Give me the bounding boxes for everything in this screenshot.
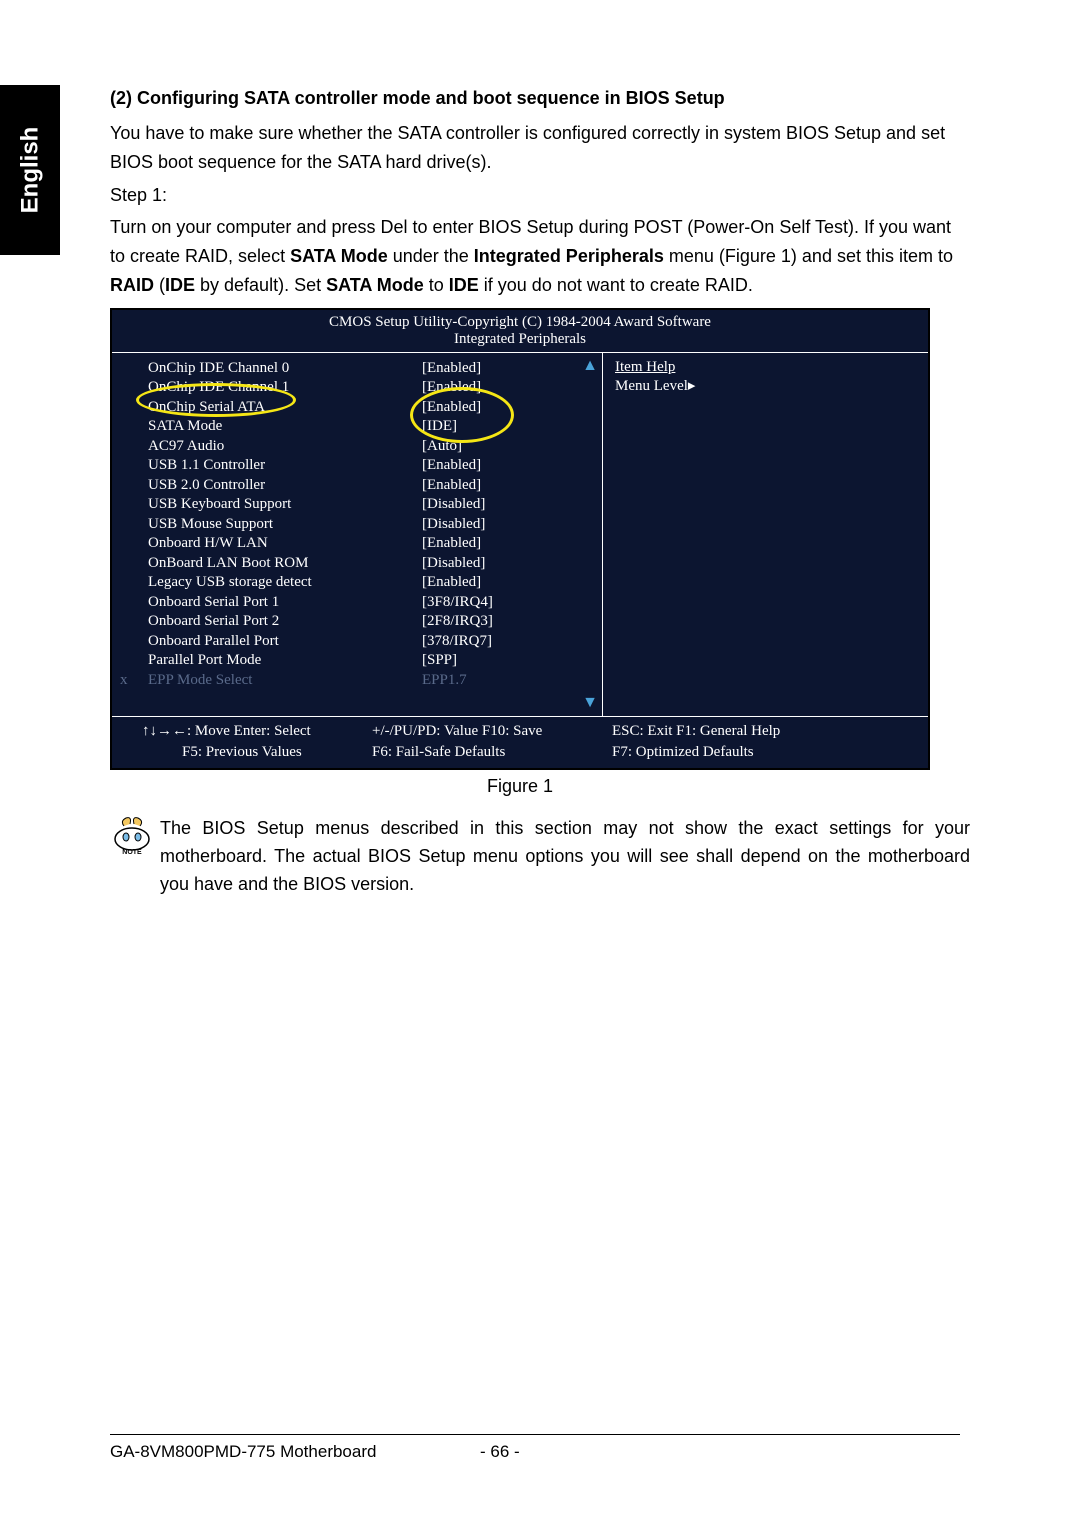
- scroll-up-icon: ▲: [582, 357, 598, 375]
- footer-exit: ESC: Exit F1: General Help: [612, 721, 882, 741]
- step-label: Step 1:: [110, 181, 960, 210]
- bios-setting-row: AC97 Audio[Auto]: [122, 437, 602, 457]
- bios-setting-value: [3F8/IRQ4]: [422, 593, 602, 613]
- language-tab: English: [0, 85, 60, 255]
- bios-setting-label: OnChip IDE Channel 0: [122, 359, 422, 379]
- bios-setting-value: [Enabled]: [422, 359, 602, 379]
- language-tab-text: English: [16, 127, 44, 214]
- bios-setting-value: [Enabled]: [422, 456, 602, 476]
- paragraph-1: You have to make sure whether the SATA c…: [110, 119, 960, 177]
- bios-setting-label: USB 2.0 Controller: [122, 476, 422, 496]
- page-content: (2) Configuring SATA controller mode and…: [110, 88, 960, 898]
- bios-setting-value: [IDE]: [422, 417, 602, 437]
- bios-setting-row: OnBoard LAN Boot ROM[Disabled]: [122, 554, 602, 574]
- paragraph-2: Turn on your computer and press Del to e…: [110, 213, 960, 299]
- bios-setting-value: EPP1.7: [422, 671, 602, 691]
- note-text: The BIOS Setup menus described in this s…: [160, 815, 970, 899]
- bios-help-column: Item Help Menu Level▸: [602, 353, 922, 717]
- bios-setting-value: [Enabled]: [422, 476, 602, 496]
- bold-text: SATA Mode: [290, 246, 388, 266]
- bios-body: ▲ ▼ OnChip IDE Channel 0[Enabled]OnChip …: [112, 352, 928, 718]
- footer-value: +/-/PU/PD: Value F10: Save: [372, 721, 612, 741]
- bios-setting-row: Legacy USB storage detect[Enabled]: [122, 573, 602, 593]
- note-block: NOTE The BIOS Setup menus described in t…: [110, 815, 970, 899]
- bios-setting-label: Parallel Port Mode: [122, 651, 422, 671]
- bios-setting-label: Onboard Serial Port 2: [122, 612, 422, 632]
- bios-setting-label: USB 1.1 Controller: [122, 456, 422, 476]
- bios-setting-label: Onboard Serial Port 1: [122, 593, 422, 613]
- bios-footer: ↑↓→←: Move Enter: Select F5: Previous Va…: [112, 717, 928, 768]
- bios-setting-value: [Enabled]: [422, 573, 602, 593]
- bios-setting-label: Onboard H/W LAN: [122, 534, 422, 554]
- text: to: [424, 275, 449, 295]
- bios-setting-value: [Auto]: [422, 437, 602, 457]
- bold-text: RAID: [110, 275, 154, 295]
- bold-text: IDE: [165, 275, 195, 295]
- footer-f6: F6: Fail-Safe Defaults: [372, 742, 612, 762]
- bios-setting-row: OnChip IDE Channel 1[Enabled]: [122, 378, 602, 398]
- bold-text: SATA Mode: [326, 275, 424, 295]
- bios-setting-row: Parallel Port Mode[SPP]: [122, 651, 602, 671]
- bios-setting-row: Onboard Serial Port 1[3F8/IRQ4]: [122, 593, 602, 613]
- footer-f5: F5: Previous Values: [142, 742, 372, 762]
- menu-level: Menu Level▸: [615, 376, 910, 395]
- bios-setting-row: USB 2.0 Controller[Enabled]: [122, 476, 602, 496]
- footer-divider: [110, 1434, 960, 1435]
- bios-setting-value: [Enabled]: [422, 398, 602, 418]
- bios-setting-label: USB Mouse Support: [122, 515, 422, 535]
- text: under the: [388, 246, 474, 266]
- bios-setting-value: [Disabled]: [422, 515, 602, 535]
- figure-caption: Figure 1: [110, 776, 930, 797]
- bios-setting-label: SATA Mode: [122, 417, 422, 437]
- text: menu (Figure 1) and set this item to: [664, 246, 953, 266]
- bold-text: Integrated Peripherals: [474, 246, 664, 266]
- bios-subtitle: Integrated Peripherals: [112, 331, 928, 352]
- bios-setting-value: [2F8/IRQ3]: [422, 612, 602, 632]
- bios-setting-label: OnBoard LAN Boot ROM: [122, 554, 422, 574]
- bios-settings-column: ▲ ▼ OnChip IDE Channel 0[Enabled]OnChip …: [112, 353, 602, 717]
- bios-setting-value: [Disabled]: [422, 495, 602, 515]
- note-icon: NOTE: [110, 815, 154, 855]
- bios-setting-value: [Disabled]: [422, 554, 602, 574]
- bios-setting-value: [378/IRQ7]: [422, 632, 602, 652]
- bios-setting-row: OnChip Serial ATA[Enabled]: [122, 398, 602, 418]
- row-disabled-marker: x: [120, 671, 128, 691]
- text: by default). Set: [195, 275, 326, 295]
- note-label: NOTE: [122, 849, 142, 855]
- footer-f7: F7: Optimized Defaults: [612, 742, 882, 762]
- bios-setting-label: OnChip IDE Channel 1: [122, 378, 422, 398]
- footer-page-number: - 66 -: [480, 1442, 520, 1462]
- bios-setting-value: [Enabled]: [422, 534, 602, 554]
- bios-title: CMOS Setup Utility-Copyright (C) 1984-20…: [112, 310, 928, 331]
- bios-setting-row: USB 1.1 Controller[Enabled]: [122, 456, 602, 476]
- scroll-down-icon: ▼: [582, 694, 598, 712]
- bios-setting-label: OnChip Serial ATA: [122, 398, 422, 418]
- bios-setting-label: USB Keyboard Support: [122, 495, 422, 515]
- bios-setting-row: USB Keyboard Support[Disabled]: [122, 495, 602, 515]
- bios-setting-row: OnChip IDE Channel 0[Enabled]: [122, 359, 602, 379]
- section-heading: (2) Configuring SATA controller mode and…: [110, 88, 960, 109]
- bios-setting-row: Onboard Parallel Port[378/IRQ7]: [122, 632, 602, 652]
- text: if you do not want to create RAID.: [479, 275, 753, 295]
- bios-setting-value: [Enabled]: [422, 378, 602, 398]
- footer-product: GA-8VM800PMD-775 Motherboard: [110, 1442, 376, 1461]
- bios-setting-row: Onboard Serial Port 2[2F8/IRQ3]: [122, 612, 602, 632]
- bios-setting-row: USB Mouse Support[Disabled]: [122, 515, 602, 535]
- bios-setting-value: [SPP]: [422, 651, 602, 671]
- bios-setting-label: Legacy USB storage detect: [122, 573, 422, 593]
- bios-setting-label: AC97 Audio: [122, 437, 422, 457]
- bold-text: IDE: [449, 275, 479, 295]
- item-help-title: Item Help: [615, 359, 910, 376]
- text: (: [154, 275, 165, 295]
- bios-setting-label: Onboard Parallel Port: [122, 632, 422, 652]
- bios-setting-row: SATA Mode[IDE]: [122, 417, 602, 437]
- page-footer: GA-8VM800PMD-775 Motherboard - 66 -: [110, 1442, 960, 1462]
- bios-setting-row: Onboard H/W LAN[Enabled]: [122, 534, 602, 554]
- bios-screenshot: CMOS Setup Utility-Copyright (C) 1984-20…: [110, 308, 930, 770]
- bios-setting-label: EPP Mode Select: [122, 671, 422, 691]
- footer-move: ↑↓→←: Move Enter: Select: [142, 721, 372, 741]
- bios-setting-row: xEPP Mode SelectEPP1.7: [122, 671, 602, 691]
